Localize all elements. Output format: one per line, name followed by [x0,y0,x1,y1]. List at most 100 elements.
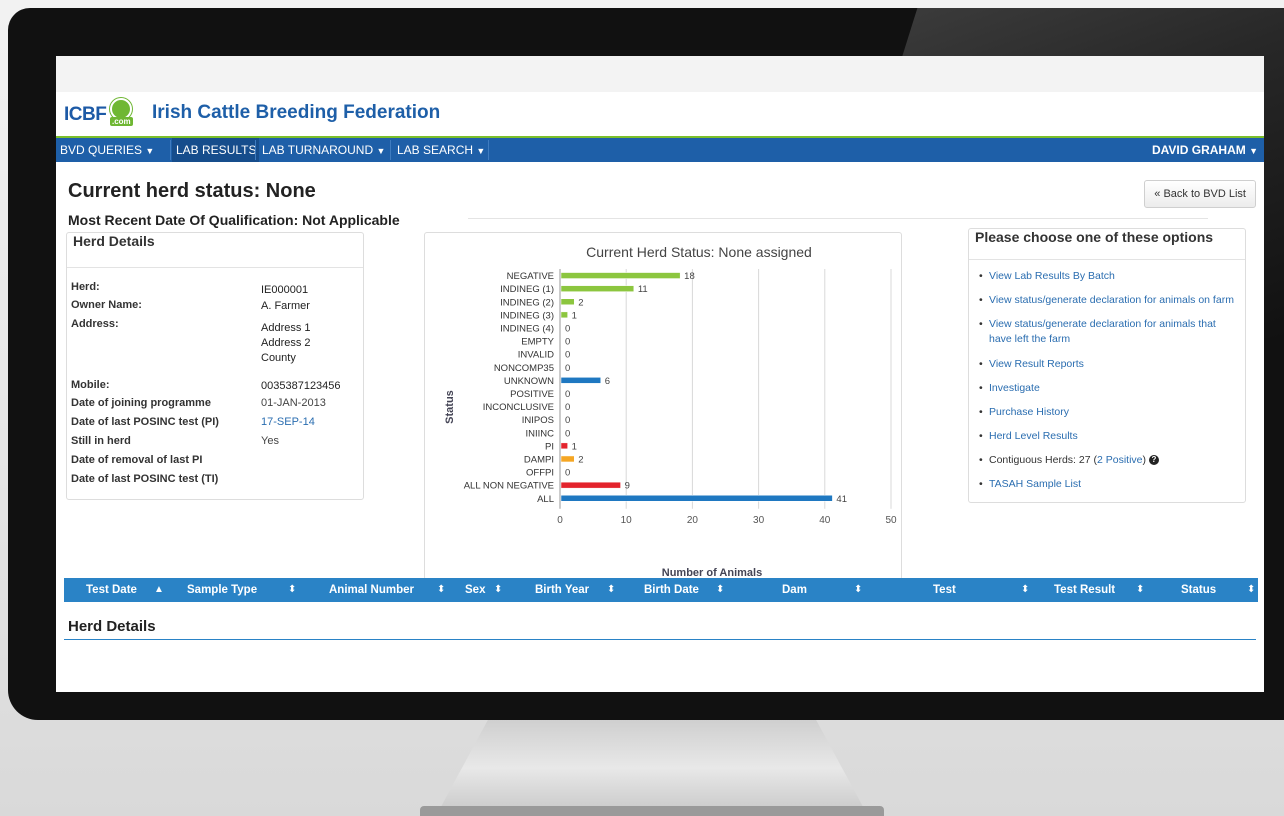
x-tick-label: 50 [885,515,897,526]
option-label: Herd Level Results [989,430,1078,442]
status-bar[interactable] [560,481,621,489]
mobile-value: 0035387123456 [261,380,341,392]
category-label: NEGATIVE [507,271,554,282]
still-in-herd-value: Yes [261,435,279,447]
option-tasah-sample-list[interactable]: • TASAH Sample List [979,477,1241,492]
options-title: Please choose one of these options [969,229,1245,260]
col-dam[interactable]: Dam [782,578,807,602]
nav-lab-search[interactable]: LAB SEARCH ▼ [393,138,489,162]
status-bar[interactable] [560,377,601,384]
address-line-1: Address 1 [261,322,311,334]
option-herd-level-results[interactable]: • Herd Level Results [979,429,1241,444]
sort-icon[interactable]: ⬍ [1021,578,1029,602]
option-result-reports[interactable]: • View Result Reports [979,357,1241,372]
category-label: PI [545,441,554,452]
herd-details-panel: Herd Details Herd: IE000001 Owner Name: … [66,232,364,500]
bar-value-label: 18 [684,271,695,282]
x-tick-label: 20 [687,515,699,526]
sort-icon[interactable]: ⬍ [716,578,724,602]
sort-icon[interactable]: ⬍ [1247,578,1255,602]
bar-value-label: 0 [565,337,570,348]
col-birth-year[interactable]: Birth Year [535,578,589,602]
joining-date-label: Date of joining programme [71,397,211,409]
divider [468,218,1208,219]
status-bar[interactable] [560,311,568,319]
option-status-on-farm[interactable]: • View status/generate declaration for an… [979,293,1241,308]
y-axis-label: Status [444,390,456,424]
col-sample-type[interactable]: Sample Type [187,578,257,602]
col-test-date[interactable]: Test Date [86,578,137,602]
status-bar[interactable] [560,298,575,305]
chevron-down-icon: ▼ [1249,146,1258,156]
sort-icon[interactable]: ⬍ [288,578,296,602]
bar-value-label: 11 [638,284,648,295]
sort-icon[interactable]: ⬍ [607,578,615,602]
herd-status-chart-panel: Current Herd Status: None assigned 18 11 2… [424,232,902,580]
chart-title: Current Herd Status: None assigned [586,244,812,260]
status-bar[interactable] [560,442,568,450]
category-label: ALL NON NEGATIVE [464,481,554,492]
status-bar[interactable] [560,495,833,502]
contiguous-positive-link[interactable]: 2 Positive [1097,454,1143,466]
col-status[interactable]: Status [1181,578,1216,602]
bar-value-label: 6 [605,376,610,387]
herd-details-section-title: Herd Details [68,618,156,635]
nav-lab-turnaround[interactable]: LAB TURNAROUND ▼ [258,138,390,162]
bar-value-label: 0 [565,468,570,479]
address-line-2: Address 2 [261,337,311,349]
option-label: Investigate [989,382,1040,394]
bar-value-label: 0 [565,415,570,426]
brand-name: Irish Cattle Breeding Federation [152,102,441,123]
col-test[interactable]: Test [933,578,956,602]
bar-value-label: 0 [565,323,570,334]
col-sex[interactable]: Sex [465,578,485,602]
chevron-down-icon: ▼ [145,146,155,156]
results-table-header: Test Date ▲ Sample Type ⬍ Animal Number … [64,578,1258,602]
col-test-result[interactable]: Test Result [1054,578,1115,602]
col-birth-date[interactable]: Birth Date [644,578,699,602]
herd-label: Herd: [71,281,100,293]
status-bar[interactable] [560,285,635,292]
bar-value-label: 1 [572,310,577,321]
nav-label: LAB SEARCH [397,143,474,157]
status-bar[interactable] [560,455,575,463]
back-to-bvd-list-button[interactable]: « Back to BVD List [1144,180,1256,208]
option-label: Purchase History [989,406,1069,418]
col-animal-number[interactable]: Animal Number [329,578,414,602]
bar-value-label: 0 [565,428,570,439]
nav-lab-results[interactable]: LAB RESULTS [172,138,259,162]
nav-divider [255,140,256,160]
option-label: View status/generate declaration for ani… [989,318,1216,345]
nav-label: LAB TURNAROUND [262,143,374,157]
divider [64,639,1256,640]
nav-divider [488,140,489,160]
help-icon[interactable]: ? [1148,455,1159,466]
option-purchase-history[interactable]: • Purchase History [979,405,1241,420]
option-lab-results-by-batch[interactable]: • View Lab Results By Batch [979,269,1241,284]
sort-icon[interactable]: ⬍ [494,578,502,602]
chevron-down-icon: ▼ [376,146,386,156]
sort-asc-icon[interactable]: ▲ [154,578,164,602]
x-tick-label: 40 [819,515,831,526]
icbf-logo[interactable]: ICBF .com [64,98,133,130]
mobile-label: Mobile: [71,379,110,391]
category-label: EMPTY [521,337,554,348]
option-investigate[interactable]: • Investigate [979,381,1241,396]
sort-icon[interactable]: ⬍ [437,578,445,602]
status-bar[interactable] [560,272,681,279]
joining-date-value: 01-JAN-2013 [261,397,326,409]
last-posinc-pi-label: Date of last POSINC test (PI) [71,416,219,428]
sort-icon[interactable]: ⬍ [854,578,862,602]
last-posinc-pi-link[interactable]: 17-SEP-14 [261,416,315,428]
category-label: NONCOMP35 [494,363,554,374]
removal-date-label: Date of removal of last PI [71,454,203,466]
x-tick-label: 0 [557,515,563,526]
nav-bvd-queries[interactable]: BVD QUERIES ▼ [56,138,170,162]
option-status-left-farm[interactable]: • View status/generate declaration for an… [979,317,1241,347]
user-menu[interactable]: DAVID GRAHAM ▼ [1152,138,1258,162]
logo-text: ICBF [64,104,107,125]
nav-label: BVD QUERIES [60,143,143,157]
app-screen: ICBF .com Irish Cattle Breeding Federati… [56,56,1264,692]
sort-icon[interactable]: ⬍ [1136,578,1144,602]
contiguous-herds: • Contiguous Herds: 27 (2 Positive) ? [979,453,1241,468]
